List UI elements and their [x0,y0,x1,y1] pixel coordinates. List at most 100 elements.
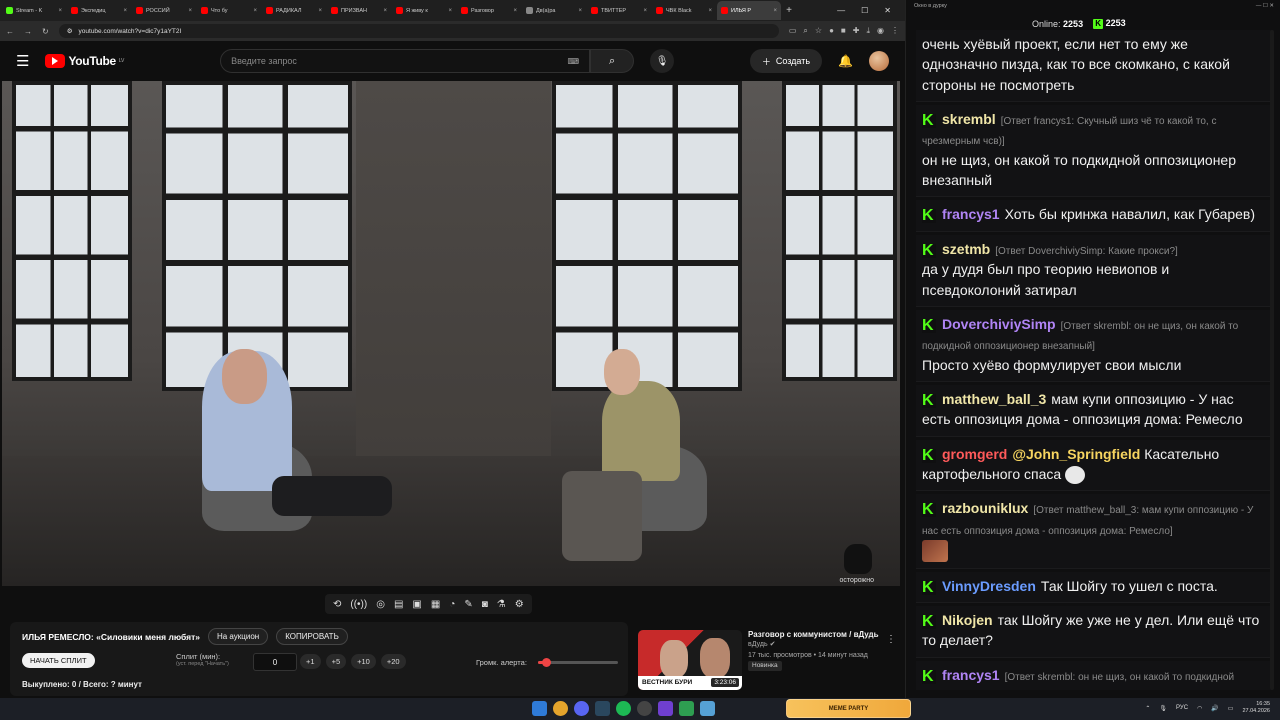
loop-icon[interactable]: ⟲ [333,599,341,610]
video-player[interactable]: осторожно [2,81,900,586]
start-split-button[interactable]: НАЧАТЬ СПЛИТ [22,653,95,668]
keyboard-icon[interactable]: ⌨ [568,57,580,66]
extension-icon[interactable]: ● [829,26,834,36]
steam-icon[interactable] [595,701,610,716]
browser-tab[interactable]: Что бу × [197,1,261,20]
puzzle-icon[interactable]: ✚ [853,26,860,36]
edit-icon[interactable]: ✎ [464,599,472,610]
step-button[interactable]: +1 [300,654,321,669]
clock[interactable]: 16:35 27.04.2026 [1242,701,1270,715]
chat-username[interactable]: szetmb [942,241,990,257]
slider-handle[interactable] [542,658,551,667]
notifications-bell-icon[interactable]: 🔔 [838,54,853,68]
tab-close-icon[interactable]: × [383,8,387,14]
create-button[interactable]: ＋ Создать [749,49,823,73]
discord-icon[interactable] [574,701,589,716]
hamburger-menu-icon[interactable]: ☰ [16,52,29,70]
volume-icon[interactable]: 🔊 [1211,705,1218,712]
step-button[interactable]: +10 [351,654,376,669]
browser-tab[interactable]: РОССИЙ × [132,1,196,20]
app-icon[interactable] [679,701,694,716]
chat-mention[interactable]: @John_Springfield [1012,446,1140,462]
clapper-icon[interactable]: ▦ [431,599,440,610]
start-icon[interactable] [532,701,547,716]
bookmark-star-icon[interactable]: ☆ [815,26,822,36]
minimize-icon[interactable]: — [837,6,845,15]
recommended-title[interactable]: Разговор с коммунистом / вДудь [748,630,900,640]
chat-username[interactable]: francys1 [942,667,1000,683]
recommended-video[interactable]: ВЕСТНИК БУРИ 3:23:06 Разговор с коммунис… [638,630,900,694]
tab-close-icon[interactable]: × [578,8,582,14]
copy-button[interactable]: КОПИРОВАТЬ [276,628,348,645]
url-field[interactable]: ⚙ youtube.com/watch?v=dic7y1aYT2I [58,24,779,38]
avatar[interactable] [869,51,889,71]
chat-username[interactable]: francys1 [942,206,1000,222]
step-button[interactable]: +20 [380,654,406,669]
film-icon[interactable]: ▤ [394,599,403,610]
chevron-up-icon[interactable]: ⌃ [1145,705,1150,712]
spotify-icon[interactable] [616,701,631,716]
close-icon[interactable]: ✕ [884,6,891,15]
youtube-logo[interactable]: YouTube LV [45,54,124,68]
browser-tab[interactable]: ЧВК Black × [652,1,716,20]
eye-settings-icon[interactable]: ◎ [376,599,385,610]
chat-username[interactable]: skrembl [942,111,996,127]
search-input[interactable]: Введите запрос ⌨ [220,49,591,73]
browser-tab[interactable]: ТВИТТЕР × [587,1,651,20]
browser-tab[interactable]: ПРИЗВАН × [327,1,391,20]
chat-username[interactable]: VinnyDresden [942,578,1036,594]
auction-button[interactable]: На аукцион [207,628,269,645]
more-options-icon[interactable]: ⋮ [886,632,896,647]
picture-in-picture-icon[interactable]: ▣ [412,599,421,610]
step-button[interactable]: +5 [325,654,347,669]
tab-close-icon[interactable]: × [188,8,192,14]
tab-close-icon[interactable]: × [123,8,127,14]
chat-username[interactable]: gromgerd [942,446,1007,462]
browser-tab[interactable]: Экспедиц × [67,1,131,20]
maximize-icon[interactable]: ☐ [861,6,868,15]
alert-volume-slider[interactable] [538,658,618,667]
tab-close-icon[interactable]: × [318,8,322,14]
app-icon[interactable] [658,701,673,716]
download-icon[interactable]: ⤓ [866,26,870,36]
voice-search-button[interactable]: 🎙 [650,49,675,73]
tab-close-icon[interactable]: × [708,8,712,14]
chat-username[interactable]: Nikojen [942,612,993,628]
obs-icon[interactable] [637,701,652,716]
browser-tab[interactable]: РАДИКАЛ × [262,1,326,20]
site-info-icon[interactable]: ⚙ [67,27,73,35]
chat-username[interactable]: matthew_ball_3 [942,391,1046,407]
menu-icon[interactable]: ⋮ [891,26,899,36]
cast-icon[interactable]: ▭ [789,26,797,36]
browser-tab[interactable]: Stream - K × [2,1,66,20]
microphone-icon[interactable]: 🎙 [1159,705,1167,712]
meme-party-widget[interactable]: MEME PARTY [786,699,911,718]
tab-close-icon[interactable]: × [253,8,257,14]
chat-username[interactable]: razbouniklux [942,500,1028,516]
split-minutes-input[interactable]: 0 [253,653,297,671]
browser-tab[interactable]: Разговор × [457,1,521,20]
reload-icon[interactable]: ↻ [42,27,49,36]
battery-icon[interactable]: ▭ [1228,705,1234,712]
recommended-channel[interactable]: вДудь ✔ [748,640,900,651]
new-tab-button[interactable]: + [782,5,796,16]
chrome-icon[interactable] [553,701,568,716]
speed-icon[interactable]: ◔ [449,599,455,610]
browser-tab[interactable]: Дв(а)ра × [522,1,586,20]
chat-scrollbar[interactable] [1270,30,1274,690]
tab-close-icon[interactable]: × [513,8,517,14]
language-indicator[interactable]: РУС [1176,705,1188,711]
extension-icon[interactable]: ■ [841,26,846,36]
profile-icon[interactable]: ◉ [877,26,884,36]
tab-close-icon[interactable]: × [448,8,452,14]
tab-close-icon[interactable]: × [58,8,62,14]
zoom-icon[interactable]: ⌕ [803,26,807,36]
screenshot-icon[interactable]: ◙ [482,599,488,610]
forward-icon[interactable]: → [24,27,32,36]
browser-tab[interactable]: Я живу к × [392,1,456,20]
back-icon[interactable]: ← [6,27,14,36]
browser-tab[interactable]: ИЛЬЯ Р × [717,1,781,20]
tab-close-icon[interactable]: × [773,8,777,14]
wifi-icon[interactable]: ◠ [1197,705,1202,712]
tab-close-icon[interactable]: × [643,8,647,14]
